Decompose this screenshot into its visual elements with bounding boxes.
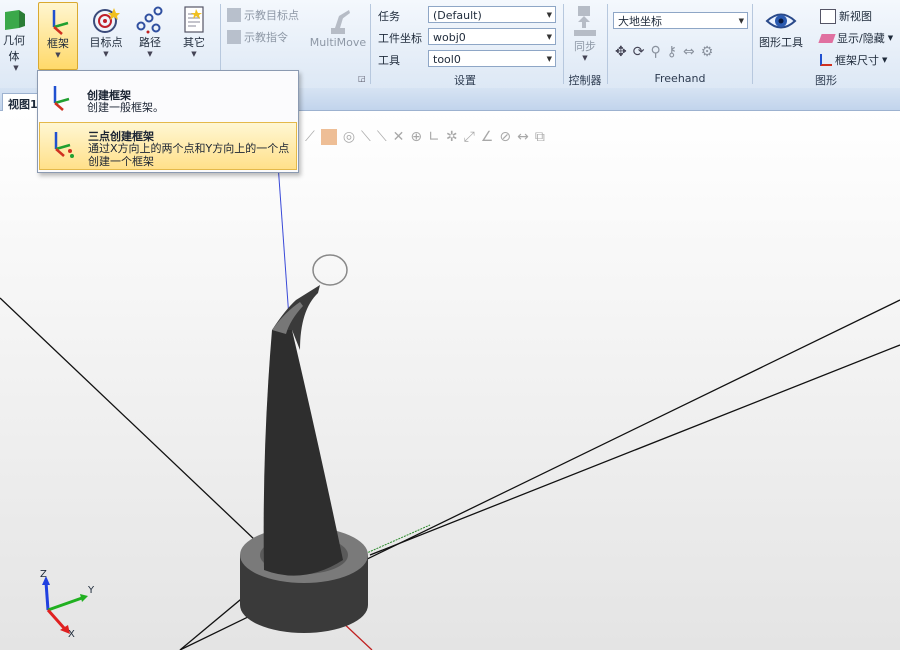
teach-target-icon xyxy=(227,8,241,22)
hold-measure-icon[interactable]: ⧉ xyxy=(535,129,545,145)
dialog-launcher-icon[interactable]: ◲ xyxy=(358,74,366,83)
chevron-down-icon: ▼ xyxy=(546,33,552,41)
axis-x-label: X xyxy=(68,629,75,640)
workobj-label: 工件坐标 xyxy=(378,32,422,45)
cube-icon xyxy=(5,10,25,30)
3d-viewport[interactable]: Z Y X xyxy=(0,111,900,650)
graphics-group-label: 图形 xyxy=(815,74,837,87)
multi-robot-jog-icon[interactable]: ⚙ xyxy=(701,44,714,60)
axis-triad xyxy=(42,576,88,634)
snap-edge-icon[interactable]: ⟍ xyxy=(361,129,371,145)
snap-end-icon[interactable]: ✕ xyxy=(393,129,405,145)
world-y-axis xyxy=(359,524,431,557)
snap-grid-icon[interactable] xyxy=(320,129,337,145)
chevron-down-icon: ▼ xyxy=(882,56,888,64)
measure-distance-icon[interactable]: ⤢ xyxy=(464,129,475,145)
new-view-button[interactable]: 新视图 xyxy=(820,8,872,24)
menu-item-create-frame-3-points[interactable]: 三点创建框架 通过X方向上的两个点和Y方向上的一个点创建一个框架 xyxy=(39,122,297,170)
rotate-icon[interactable]: ⟳ xyxy=(633,44,645,60)
tcp-marker xyxy=(312,254,348,286)
jog-linear-icon[interactable]: ⚷ xyxy=(667,44,677,60)
freehand-reference-select[interactable]: 大地坐标 ▼ xyxy=(613,12,748,29)
scene-canvas xyxy=(0,149,900,650)
ribbon-separator xyxy=(752,4,753,84)
chevron-down-icon: ▼ xyxy=(13,64,19,72)
measure-min-distance-icon[interactable]: ↔ xyxy=(517,129,529,145)
geometry-button[interactable]: 几何体 ▼ xyxy=(0,6,32,72)
teach-instruction-button[interactable]: 示教指令 xyxy=(227,29,288,45)
controller-group-label: 控制器 xyxy=(568,74,602,87)
axis-z-label: Z xyxy=(40,569,47,580)
workobj-select[interactable]: wobj0 ▼ xyxy=(428,28,556,45)
path-icon xyxy=(136,6,163,34)
jog-joint-icon[interactable]: ⚲ xyxy=(650,44,660,60)
frame-icon xyxy=(52,10,69,35)
tool-select[interactable]: tool0 ▼ xyxy=(428,50,556,67)
snap-mid-icon[interactable]: ⟍ xyxy=(377,129,387,145)
snap-all-icon[interactable]: ✲ xyxy=(446,129,458,145)
measure-angle-icon[interactable]: ∠ xyxy=(481,129,494,145)
target-icon xyxy=(93,8,120,33)
tab-view1[interactable]: 视图1 xyxy=(2,93,38,111)
chevron-down-icon: ▼ xyxy=(546,11,552,19)
chevron-down-icon: ▼ xyxy=(546,55,552,63)
robot-icon xyxy=(331,10,350,34)
frame-dropdown-menu: 创建框架 创建一般框架。 三点创建框架 通过X方向上的两个点和Y方向上的一个点创… xyxy=(37,70,299,173)
teach-target-button[interactable]: 示教目标点 xyxy=(227,7,299,23)
freehand-tools: ✥ ⟳ ⚲ ⚷ ⇔ ⚙ xyxy=(615,44,713,60)
show-hide-button[interactable]: 显示/隐藏 ▼ xyxy=(818,30,894,46)
chevron-down-icon: ▼ xyxy=(191,50,197,58)
tool-label: 工具 xyxy=(378,54,400,67)
ribbon-separator xyxy=(607,4,608,84)
task-label: 任务 xyxy=(378,10,400,23)
snap-local-icon[interactable]: ∟ xyxy=(428,129,440,145)
menu-item-create-frame[interactable]: 创建框架 创建一般框架。 xyxy=(39,77,297,121)
select-icon[interactable]: ⟋ xyxy=(305,129,315,145)
chevron-down-icon: ▼ xyxy=(103,50,109,58)
eraser-icon xyxy=(818,33,836,43)
chevron-down-icon: ▼ xyxy=(582,54,588,62)
chevron-down-icon: ▼ xyxy=(147,50,153,58)
measure-diameter-icon[interactable]: ⊘ xyxy=(499,129,511,145)
chevron-down-icon: ▼ xyxy=(55,51,61,59)
frame-button[interactable]: 框架 ▼ xyxy=(38,2,78,70)
freehand-group-label: Freehand xyxy=(654,72,706,85)
teach-instruction-icon xyxy=(227,30,241,44)
grid-line xyxy=(0,297,256,541)
document-icon xyxy=(184,6,204,33)
chevron-down-icon: ▼ xyxy=(738,17,744,25)
task-select[interactable]: (Default) ▼ xyxy=(428,6,556,23)
frame-size-button[interactable]: 框架尺寸 ▼ xyxy=(820,52,887,68)
other-button[interactable]: 其它 ▼ xyxy=(178,6,210,58)
snap-gravity-icon[interactable]: ⊕ xyxy=(410,129,422,145)
ribbon-separator xyxy=(370,4,371,84)
axis-y-label: Y xyxy=(88,585,95,596)
jog-reorient-icon[interactable]: ⇔ xyxy=(683,44,695,60)
sync-button[interactable]: 同步 ▼ xyxy=(566,4,604,62)
eye-icon xyxy=(765,13,797,29)
settings-group-label: 设置 xyxy=(454,74,476,87)
graphics-tools-button[interactable]: 图形工具 xyxy=(756,8,806,50)
grid-line xyxy=(369,344,900,556)
chevron-down-icon: ▼ xyxy=(887,34,894,42)
three-point-frame-icon xyxy=(54,132,74,158)
frame-icon xyxy=(53,86,70,111)
new-view-icon xyxy=(820,8,836,24)
path-button[interactable]: 路径 ▼ xyxy=(134,6,166,58)
move-icon[interactable]: ✥ xyxy=(615,44,627,60)
snap-center-icon[interactable]: ◎ xyxy=(343,129,355,145)
target-button[interactable]: 目标点 ▼ xyxy=(86,6,126,58)
multimove-button[interactable]: MultiMove xyxy=(308,6,368,49)
viewport-toolbar: ⟋ ◎ ⟍ ⟍ ✕ ⊕ ∟ ✲ ⤢ ∠ ⊘ ↔ ⧉ xyxy=(305,129,545,145)
tool-model xyxy=(240,254,368,633)
sync-icon xyxy=(574,6,596,36)
frame-size-icon xyxy=(820,54,832,66)
